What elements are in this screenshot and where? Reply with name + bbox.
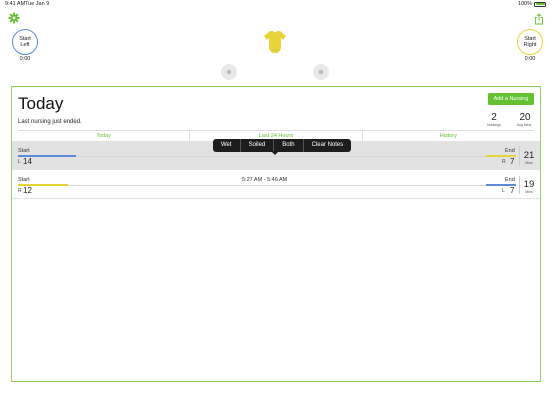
tab-history[interactable]: History [361,131,534,141]
onesie-icon[interactable] [262,29,288,55]
right-pause-button[interactable] [313,64,329,80]
popup-item-wet[interactable]: Wet [213,139,240,152]
nursing-count-label: Nursings [487,123,501,127]
session-end-value: 7 [510,157,515,166]
left-timer: 0:00 [19,56,31,62]
add-nursing-button[interactable]: Add a Nursing [488,93,534,105]
session-duration-label: Mins [525,161,533,165]
session-end-side: R [502,159,506,165]
tab-today[interactable]: Today [18,131,189,141]
popup-item-soiled[interactable]: Soiled [239,139,274,152]
popup-item-clear-notes[interactable]: Clear Notes [302,139,352,152]
session-duration: 21 [523,150,535,161]
session-duration-label: Mins [525,190,533,194]
nursing-count: 2 [491,112,497,123]
status-battery: 100% [518,1,546,7]
session-start-value: 14 [23,157,32,166]
session-timeline [18,155,516,156]
session-duration: 19 [523,179,535,190]
share-icon[interactable] [533,12,545,25]
battery-icon [534,1,546,7]
session-end-label: End [505,148,515,154]
session-end-value: 7 [510,186,515,195]
status-date: Tue Jan 9 [25,1,50,7]
status-time: 9:41 AM [5,1,26,7]
duration-divider [519,176,520,194]
page-title: Today [18,94,64,113]
status-bar: 9:41 AM Tue Jan 9 100% [0,0,552,10]
gear-icon[interactable] [8,12,20,24]
start-right-button[interactable]: Start Right [517,29,543,55]
avg-mins-label: Avg Mins [516,123,532,127]
start-left-line2: Left [20,42,30,48]
session-start-value: 12 [23,186,32,195]
start-left-button[interactable]: Start Left [12,29,38,55]
session-start-label: Start [18,177,30,183]
right-timer: 0:00 [524,56,536,62]
session-time-range: 5:27 AM - 5:46 AM [242,177,288,183]
session-end-label: End [505,177,515,183]
avg-mins: 20 [519,112,531,123]
duration-divider [519,146,520,166]
popup-arrow [271,151,279,155]
notes-popup-menu: Wet Soiled Both Clear Notes [213,139,352,152]
session-end-side: L [502,188,505,194]
left-pause-button[interactable] [221,64,237,80]
session-start-side: L [18,159,21,165]
session-start-side: R [18,188,22,194]
start-right-line2: Right [523,42,537,48]
battery-percent: 100% [517,1,532,7]
session-timeline [18,184,516,185]
session-start-label: Start [18,148,30,154]
status-message: Last nursing just ended. [18,119,82,125]
